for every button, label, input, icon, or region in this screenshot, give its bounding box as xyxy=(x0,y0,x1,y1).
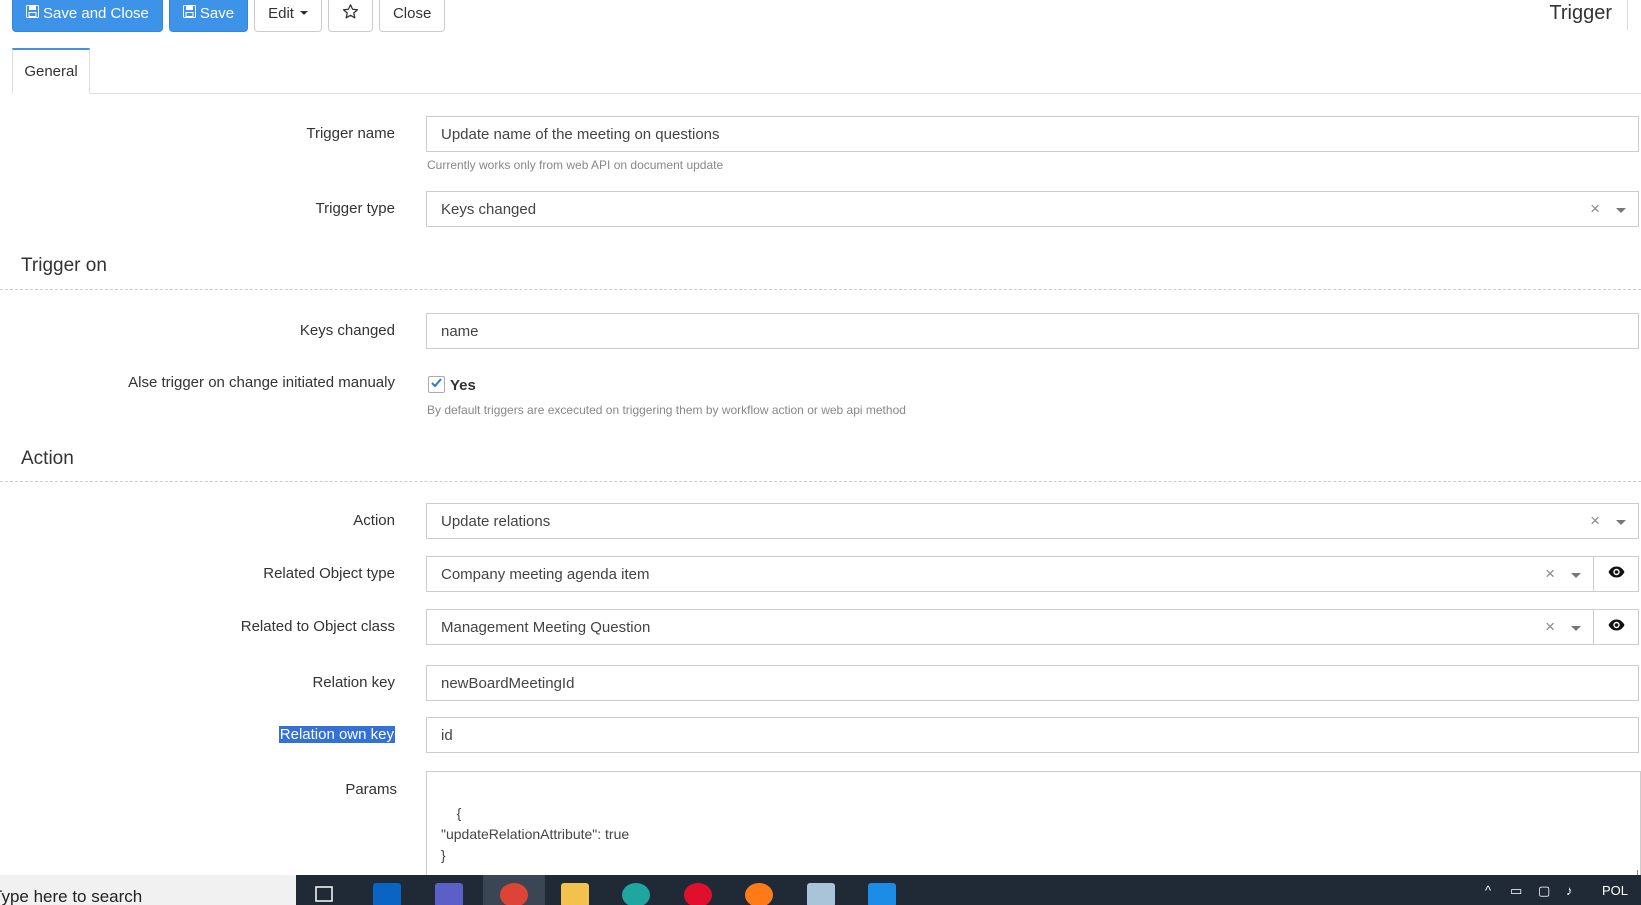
relation-key-input[interactable]: newBoardMeetingId xyxy=(426,665,1639,701)
trigger-editor: Save and Close Save Edit Close Trigger G… xyxy=(0,0,1641,905)
keys-changed-label: Keys changed xyxy=(299,322,395,339)
keys-changed-input[interactable]: name xyxy=(426,313,1639,349)
toolbar: Save and Close Save Edit Close xyxy=(12,0,446,32)
teams-icon[interactable] xyxy=(435,883,463,905)
view-related-object-class-button[interactable] xyxy=(1593,609,1639,645)
page-title: Trigger xyxy=(1549,2,1612,24)
trigger-type-select[interactable]: Keys changed × xyxy=(426,191,1639,227)
relation-own-key-label: Relation own key xyxy=(278,726,395,743)
battery-icon[interactable]: ▭ xyxy=(1510,883,1522,899)
file-explorer-icon[interactable] xyxy=(561,883,589,905)
edit-label: Edit xyxy=(268,4,294,22)
tab-bar: General xyxy=(12,48,1641,94)
edge-icon[interactable] xyxy=(622,883,650,905)
star-icon xyxy=(342,3,359,24)
params-label: Params xyxy=(345,781,397,798)
eye-icon xyxy=(1608,565,1625,583)
close-label: Close xyxy=(392,4,432,22)
save-and-close-button[interactable]: Save and Close xyxy=(12,0,163,32)
keys-changed-value: name xyxy=(441,322,479,340)
favorite-button[interactable] xyxy=(327,0,373,32)
opera-icon[interactable] xyxy=(684,883,712,905)
trigger-name-label: Trigger name xyxy=(306,125,395,142)
chrome-icon[interactable] xyxy=(500,883,528,905)
action-label: Action xyxy=(353,512,395,529)
view-related-object-type-button[interactable] xyxy=(1593,556,1639,592)
outlook-icon[interactable] xyxy=(373,883,401,905)
relation-own-key-value: id xyxy=(441,726,453,744)
taskbar-search-placeholder: Type here to search xyxy=(0,887,143,905)
volume-icon[interactable]: ♪ xyxy=(1566,883,1573,898)
related-object-type-value: Company meeting agenda item xyxy=(441,565,650,583)
related-object-type-select[interactable]: Company meeting agenda item × xyxy=(426,556,1594,592)
checkmark-icon xyxy=(430,376,443,394)
firefox-icon[interactable] xyxy=(745,883,773,905)
also-trigger-checkbox-label[interactable]: Yes xyxy=(450,377,476,394)
caret-down-icon xyxy=(299,11,308,15)
also-trigger-help: By default triggers are excecuted on tri… xyxy=(427,403,906,417)
clear-icon[interactable]: × xyxy=(1590,199,1600,219)
section-trigger-on-title: Trigger on xyxy=(21,255,107,276)
trigger-name-help: Currently works only from web API on doc… xyxy=(427,158,724,172)
task-view-icon[interactable] xyxy=(312,883,340,905)
trigger-name-input[interactable]: Update name of the meeting on questions xyxy=(426,116,1639,152)
relation-key-value: newBoardMeetingId xyxy=(441,674,575,692)
params-value: { "updateRelationAttribute": true } xyxy=(441,805,630,863)
vscode-icon[interactable] xyxy=(868,883,896,905)
save-and-close-label: Save and Close xyxy=(43,4,149,22)
chevron-down-icon[interactable] xyxy=(1571,573,1581,578)
also-trigger-checkbox[interactable] xyxy=(428,376,445,393)
action-value: Update relations xyxy=(441,512,551,530)
trigger-name-value: Update name of the meeting on questions xyxy=(441,125,720,143)
language-indicator[interactable]: POL xyxy=(1602,883,1628,898)
windows-taskbar: Type here to search ^ ▭ ▢ ♪ POL xyxy=(0,875,1641,905)
related-object-type-label: Related Object type xyxy=(263,565,395,582)
clear-icon[interactable]: × xyxy=(1545,617,1555,637)
section-divider xyxy=(0,289,1641,290)
edit-dropdown-button[interactable]: Edit xyxy=(254,0,322,32)
trigger-type-value: Keys changed xyxy=(441,200,537,218)
tab-general[interactable]: General xyxy=(12,48,90,94)
chevron-down-icon[interactable] xyxy=(1616,208,1626,213)
notepad-icon[interactable] xyxy=(807,883,835,905)
action-select[interactable]: Update relations × xyxy=(426,503,1639,539)
clear-icon[interactable]: × xyxy=(1545,564,1555,584)
trigger-type-label: Trigger type xyxy=(315,200,395,217)
save-label: Save xyxy=(199,4,235,22)
taskbar-search-input[interactable]: Type here to search xyxy=(0,875,296,905)
tab-general-label: General xyxy=(24,63,78,80)
related-object-class-label: Related to Object class xyxy=(240,618,395,635)
chevron-down-icon[interactable] xyxy=(1571,626,1581,631)
chevron-up-icon[interactable]: ^ xyxy=(1485,883,1491,898)
clear-icon[interactable]: × xyxy=(1590,511,1600,531)
related-object-class-select[interactable]: Management Meeting Question × xyxy=(426,609,1594,645)
section-divider xyxy=(0,481,1641,482)
also-trigger-label: Alse trigger on change initiated manualy xyxy=(128,374,395,391)
network-icon[interactable]: ▢ xyxy=(1538,883,1550,899)
close-button[interactable]: Close xyxy=(378,0,446,32)
heading-divider xyxy=(1627,0,1628,30)
chevron-down-icon[interactable] xyxy=(1616,520,1626,525)
relation-key-label: Relation key xyxy=(312,674,395,691)
selected-text: Relation own key xyxy=(278,726,395,743)
eye-icon xyxy=(1608,618,1625,636)
related-object-class-value: Management Meeting Question xyxy=(441,618,651,636)
floppy-disk-icon xyxy=(182,5,196,21)
save-button[interactable]: Save xyxy=(168,0,249,32)
section-action-title: Action xyxy=(21,448,74,469)
params-textarea[interactable]: { "updateRelationAttribute": true } xyxy=(426,771,1641,881)
floppy-disk-icon xyxy=(26,5,39,21)
relation-own-key-input[interactable]: id xyxy=(426,717,1639,753)
